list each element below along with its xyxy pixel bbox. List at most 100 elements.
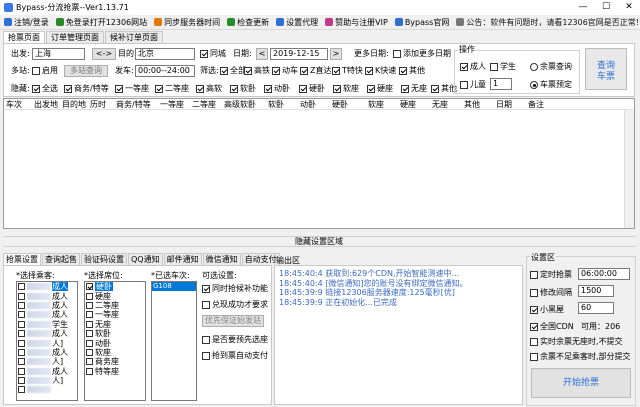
seat-item[interactable]: 一等座 — [85, 310, 145, 319]
swap-stations-button[interactable]: <-> — [92, 48, 116, 60]
filter-other-checkbox[interactable]: 其他 — [399, 66, 425, 76]
filter-gaotie-checkbox[interactable]: 高铁 — [244, 66, 270, 76]
filter-z-checkbox[interactable]: Z直达 — [300, 66, 331, 76]
passenger-item[interactable]: 成人 — [17, 348, 77, 357]
seat-item[interactable]: 二等座 — [85, 301, 145, 310]
passenger-item[interactable]: 成人 — [17, 282, 77, 292]
list-item[interactable]: G108 — [152, 282, 196, 292]
to-station-input[interactable]: 北京 — [135, 48, 195, 60]
tab-booking[interactable]: 抢票页面 — [3, 31, 45, 43]
realtime-noseat-checkbox[interactable]: 实时余票无座时,不提交 — [530, 337, 623, 347]
passenger-item[interactable]: 成人 — [17, 329, 77, 338]
grid-scrollbar[interactable] — [624, 110, 634, 228]
selected-trains-list[interactable]: G108 — [151, 281, 197, 401]
tab-captcha[interactable]: 验证码设置 — [81, 253, 127, 265]
passenger-item[interactable]: 成人 — [17, 291, 77, 301]
hide-gaoruan-checkbox[interactable]: 高软 — [196, 84, 222, 94]
seat-list[interactable]: 硬卧 硬座 二等座 一等座 无座 软卧 动卧 软座 商务座 特等座 — [84, 281, 146, 401]
passenger-item[interactable] — [17, 385, 77, 394]
col-dongwo[interactable]: 动卧 — [298, 99, 330, 109]
filter-t-checkbox[interactable]: T特快 — [332, 66, 363, 76]
hide-wuzuo-checkbox[interactable]: 无座 — [401, 84, 427, 94]
sync-waitlist-checkbox[interactable]: 同时抢候补功能 — [202, 284, 268, 294]
remain-query-radio[interactable]: 余票查询 — [530, 62, 572, 72]
passenger-item[interactable]: 成人 — [17, 301, 77, 310]
col-train[interactable]: 车次 — [4, 99, 32, 109]
tab-query-sale[interactable]: 查询起售 — [42, 253, 80, 265]
from-station-input[interactable]: 上海 — [32, 48, 85, 60]
passenger-item[interactable]: 成人 — [17, 367, 77, 376]
blackroom-checkbox[interactable]: 小黑屋 — [530, 305, 564, 315]
hide-ruanwo-checkbox[interactable]: 软卧 — [230, 84, 256, 94]
col-other[interactable]: 其他 — [462, 99, 494, 109]
open-12306-button[interactable]: 免登录打开12306网站 — [55, 17, 147, 28]
tab-waitlist[interactable]: 候补订单页面 — [105, 31, 163, 43]
col-softsleeper[interactable]: 软卧 — [266, 99, 298, 109]
official-site-button[interactable]: Bypass官网 — [394, 17, 449, 28]
hide-business-checkbox[interactable]: 商务/特等 — [64, 84, 109, 94]
maximize-button[interactable]: ☐ — [595, 0, 617, 15]
filter-k-checkbox[interactable]: K快速 — [365, 66, 396, 76]
partial-submit-checkbox[interactable]: 余票不足乘客时,部分提交 — [530, 352, 631, 362]
same-city-checkbox[interactable]: 同城 — [200, 49, 226, 59]
seat-item[interactable]: 动卧 — [85, 338, 145, 348]
tab-mail-notify[interactable]: 邮件通知 — [163, 253, 202, 265]
col-duration[interactable]: 历时 — [88, 99, 114, 109]
seat-item[interactable]: 软座 — [85, 348, 145, 357]
timed-grab-time-input[interactable]: 06:00:00 — [578, 268, 630, 280]
seat-item[interactable]: 无座 — [85, 320, 145, 329]
filter-dongche-checkbox[interactable]: 动车 — [272, 66, 298, 76]
seat-item[interactable]: 硬卧 — [85, 282, 145, 292]
hide-ruanzuo-checkbox[interactable]: 软座 — [333, 84, 359, 94]
col-first[interactable]: 一等座 — [158, 99, 190, 109]
passenger-student-checkbox[interactable]: 学生 — [490, 62, 516, 72]
col-business[interactable]: 商务/特等 — [114, 99, 158, 109]
proxy-settings-button[interactable]: 设置代理 — [276, 17, 318, 28]
col-noseat[interactable]: 无座 — [430, 99, 462, 109]
col-softseat[interactable]: 软座 — [366, 99, 398, 109]
col-highsleeper[interactable]: 高级软卧 — [222, 99, 266, 109]
passenger-item[interactable]: 人] — [17, 357, 77, 366]
hide-settings-splitter[interactable]: 隐藏设置区域 — [3, 236, 635, 247]
interval-input[interactable]: 1500 — [578, 285, 614, 297]
passenger-adult-checkbox[interactable]: 成人 — [460, 62, 486, 72]
passenger-item[interactable]: 人] — [17, 338, 77, 348]
hide-yingwo-checkbox[interactable]: 硬卧 — [299, 84, 325, 94]
hide-dongwo-checkbox[interactable]: 动卧 — [264, 84, 290, 94]
booking-radio[interactable]: 车票预定 — [530, 80, 572, 90]
hide-yingzuo-checkbox[interactable]: 硬座 — [367, 84, 393, 94]
col-second[interactable]: 二等座 — [190, 99, 222, 109]
passenger-item[interactable]: 人] — [17, 376, 77, 385]
hide-second-checkbox[interactable]: 二等座 — [155, 84, 189, 94]
seat-item[interactable]: 商务座 — [85, 357, 145, 366]
priority-origin-button[interactable]: 优先保证始发站 — [202, 315, 264, 327]
sponsor-vip-button[interactable]: 赞助与注册VIP — [325, 17, 388, 28]
interval-checkbox[interactable]: 修改间隔 — [530, 288, 572, 298]
start-grab-button[interactable]: 开始抢票 — [531, 368, 631, 398]
col-hardsleeper[interactable]: 硬卧 — [330, 99, 366, 109]
close-button[interactable]: ✕ — [618, 0, 640, 15]
passenger-item[interactable]: 学生 — [17, 320, 77, 329]
depart-time-select[interactable]: 00:00--24:00 — [135, 65, 195, 77]
date-input[interactable]: 2019-12-15 — [270, 48, 328, 60]
blackroom-input[interactable]: 60 — [578, 302, 614, 314]
tab-qq-notify[interactable]: QQ通知 — [128, 253, 163, 265]
multistation-enable-checkbox[interactable]: 启用 — [32, 66, 58, 76]
passenger-list[interactable]: 成人 成人 成人 成人 学生 成人 人] 成人 人] 成人 人] — [16, 281, 78, 401]
passenger-child-checkbox[interactable]: 儿童 — [460, 80, 486, 90]
add-dates-checkbox[interactable]: 添加更多日期 — [393, 49, 451, 59]
next-date-button[interactable]: > — [330, 48, 342, 60]
multistation-query-button[interactable]: 多站查询 — [64, 65, 108, 77]
sync-time-button[interactable]: 同步服务器时间 — [154, 17, 220, 28]
minimize-button[interactable]: — — [572, 0, 594, 15]
check-update-button[interactable]: 检查更新 — [227, 17, 269, 28]
seat-item[interactable]: 特等座 — [85, 367, 145, 376]
col-to[interactable]: 目的地 — [60, 99, 88, 109]
tab-auto-pay[interactable]: 自动支付 — [241, 253, 280, 265]
col-hardseat[interactable]: 硬座 — [398, 99, 430, 109]
auto-pay-checkbox[interactable]: 抢到票自动支付 — [202, 351, 268, 361]
seat-item[interactable]: 硬座 — [85, 291, 145, 301]
tab-grab-settings[interactable]: 抢票设置 — [3, 253, 41, 265]
passenger-item[interactable]: 成人 — [17, 310, 77, 319]
prev-date-button[interactable]: < — [256, 48, 268, 60]
